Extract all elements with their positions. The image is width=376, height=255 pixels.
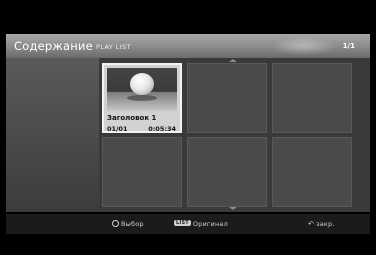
page-subtitle: PLAY LIST	[96, 43, 131, 51]
hint-select[interactable]: Выбор	[112, 219, 144, 228]
hint-close-label: закр.	[316, 220, 335, 228]
playlist-screen: Содержание PLAY LIST 1/1 Заголовок 1 01/…	[0, 0, 376, 255]
enter-icon	[112, 219, 119, 227]
left-panel	[6, 58, 99, 212]
tile-duration: 0:05:34	[148, 125, 176, 133]
list-key-icon: LIST	[174, 220, 191, 226]
empty-tile	[102, 137, 182, 207]
scroll-down-icon[interactable]	[229, 207, 237, 210]
empty-tile	[272, 63, 352, 133]
header-decoration	[271, 36, 336, 56]
scroll-up-icon[interactable]	[229, 59, 237, 62]
empty-tile	[187, 137, 267, 207]
thumbnail-ball	[130, 73, 154, 95]
hint-select-label: Выбор	[121, 220, 144, 228]
title-grid: Заголовок 1 01/01 0:05:34	[99, 58, 370, 212]
hint-close[interactable]: ↶ закр.	[308, 220, 335, 228]
thumbnail-shadow	[127, 95, 157, 101]
empty-tile	[187, 63, 267, 133]
hint-original[interactable]: LIST Оригинал	[174, 220, 228, 228]
title-tile-1[interactable]: Заголовок 1 01/01 0:05:34	[102, 63, 182, 133]
footer-hints: Выбор LIST Оригинал ↶ закр.	[6, 214, 370, 234]
hint-original-label: Оригинал	[192, 220, 228, 228]
page-counter: 1/1	[342, 42, 355, 50]
header-bar: Содержание PLAY LIST 1/1	[6, 34, 370, 58]
return-icon: ↶	[308, 220, 315, 228]
tile-title: Заголовок 1	[107, 114, 157, 122]
page-title: Содержание	[14, 39, 93, 53]
title-thumbnail	[107, 68, 177, 111]
tile-index: 01/01	[107, 125, 128, 133]
empty-tile	[272, 137, 352, 207]
